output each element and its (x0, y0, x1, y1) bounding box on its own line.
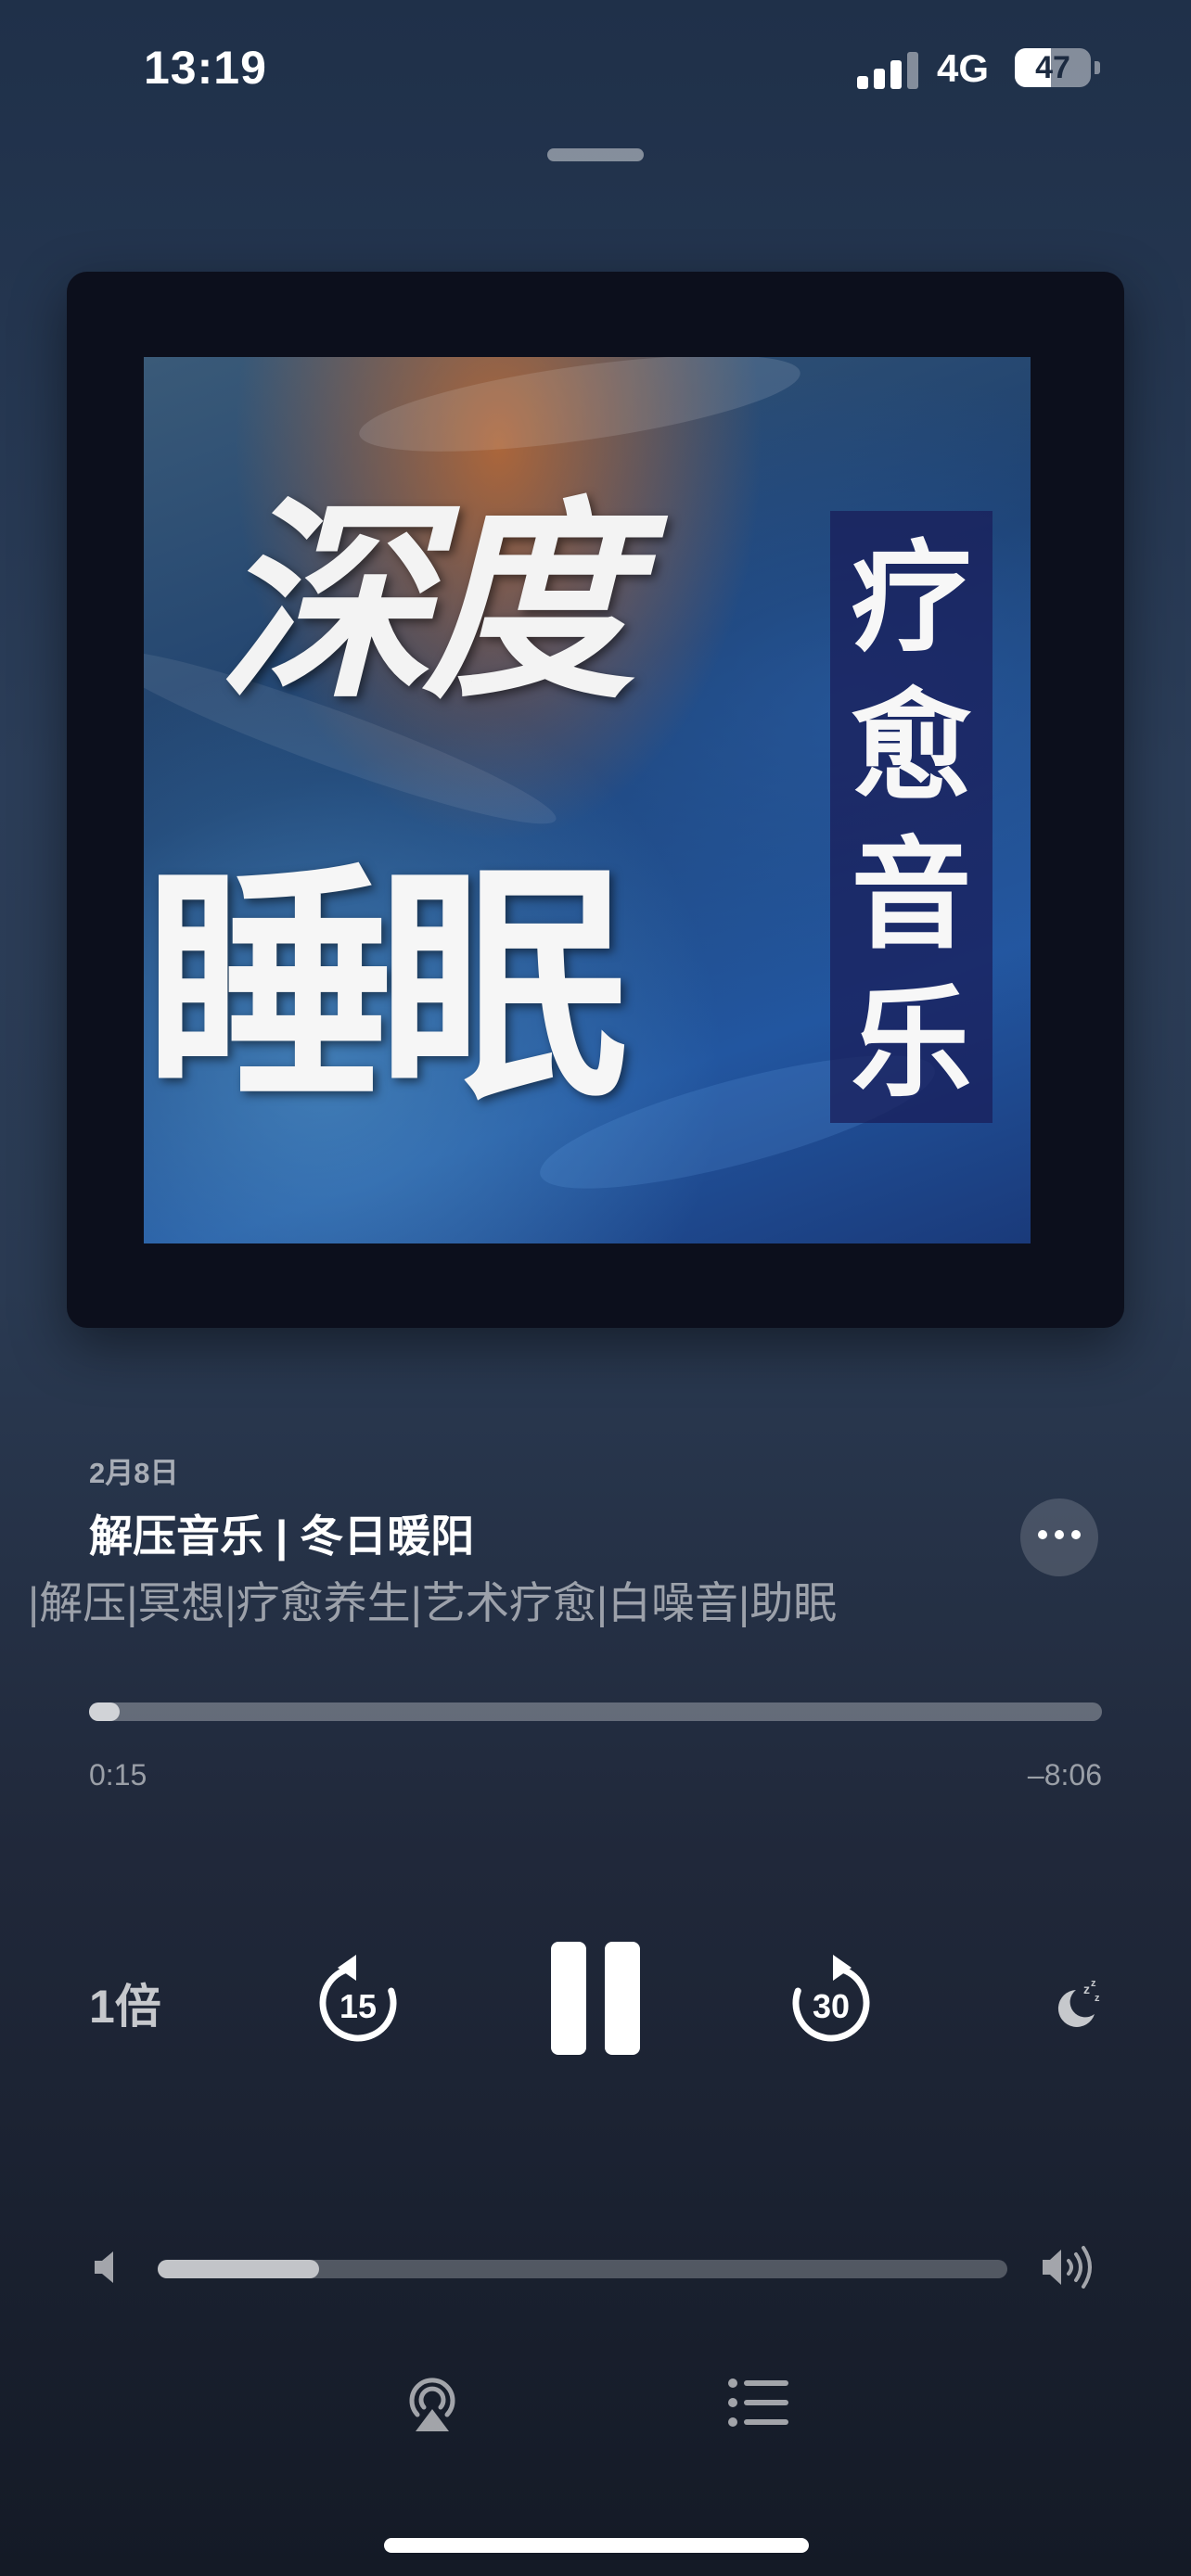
status-time: 13:19 (144, 42, 267, 94)
episode-title[interactable]: 解压音乐 | 冬日暖阳 (89, 1500, 474, 1564)
network-type: 4G (937, 46, 990, 90)
artwork-vertical-text: 疗愈音乐 (851, 528, 972, 1114)
queue-button[interactable] (727, 2376, 790, 2429)
airplay-icon (409, 2378, 455, 2431)
skip-back-button[interactable]: 15 (314, 1951, 403, 2047)
svg-text:z: z (1091, 1978, 1096, 1989)
playback-progress-fill (89, 1702, 120, 1721)
cellular-signal-icon (857, 52, 920, 89)
artwork-title-line1: 深度 (218, 478, 635, 728)
sheet-grabber[interactable] (547, 148, 644, 161)
volume-high-button[interactable] (1041, 2242, 1098, 2292)
sleep-timer-button[interactable]: z z z (1048, 1973, 1104, 2029)
remaining-time: –8:06 (1027, 1758, 1102, 1792)
battery-icon: 47 (1015, 48, 1091, 87)
episode-subtitle-text: |解压|冥想|疗愈养生|艺术疗愈|白噪音|助眠 (28, 1578, 838, 1627)
playback-scrubber[interactable] (89, 1702, 1102, 1721)
elapsed-time: 0:15 (89, 1758, 147, 1792)
list-icon (728, 2378, 788, 2427)
artwork-title-line2: 睡眠 (144, 841, 628, 1133)
more-options-button[interactable] (1020, 1498, 1098, 1576)
svg-text:z: z (1083, 1982, 1090, 1996)
pause-button[interactable] (551, 1942, 640, 2055)
speaker-low-icon (95, 2251, 113, 2283)
pause-icon (551, 1942, 586, 2055)
skip-forward-30-icon: 30 (792, 1955, 870, 2042)
speaker-high-icon (1043, 2246, 1092, 2289)
home-indicator[interactable] (384, 2538, 809, 2553)
volume-slider[interactable] (158, 2260, 1007, 2278)
volume-low-button[interactable] (91, 2248, 128, 2287)
skip-back-15-icon: 15 (319, 1955, 397, 2042)
album-artwork: 深度 睡眠 疗愈音乐 (144, 357, 1031, 1243)
svg-text:z: z (1095, 1993, 1100, 2004)
playback-speed-button[interactable]: 1倍 (89, 1970, 161, 2036)
episode-date: 2月8日 (89, 1457, 179, 1489)
episode-subtitle[interactable]: |解压|冥想|疗愈养生|艺术疗愈|白噪音|助眠 (0, 1567, 983, 1631)
ellipsis-icon (1020, 1530, 1098, 1539)
battery-percentage: 47 (1035, 50, 1070, 85)
battery-cap (1095, 61, 1100, 74)
airplay-button[interactable] (401, 2372, 464, 2435)
skip-back-label: 15 (339, 1987, 377, 2025)
skip-forward-button[interactable]: 30 (787, 1951, 876, 2047)
skip-forward-label: 30 (813, 1987, 850, 2025)
moon-zzz-icon: z z z (1057, 1978, 1100, 2027)
volume-level-fill (158, 2260, 320, 2278)
artwork-vertical-banner: 疗愈音乐 (830, 511, 992, 1123)
